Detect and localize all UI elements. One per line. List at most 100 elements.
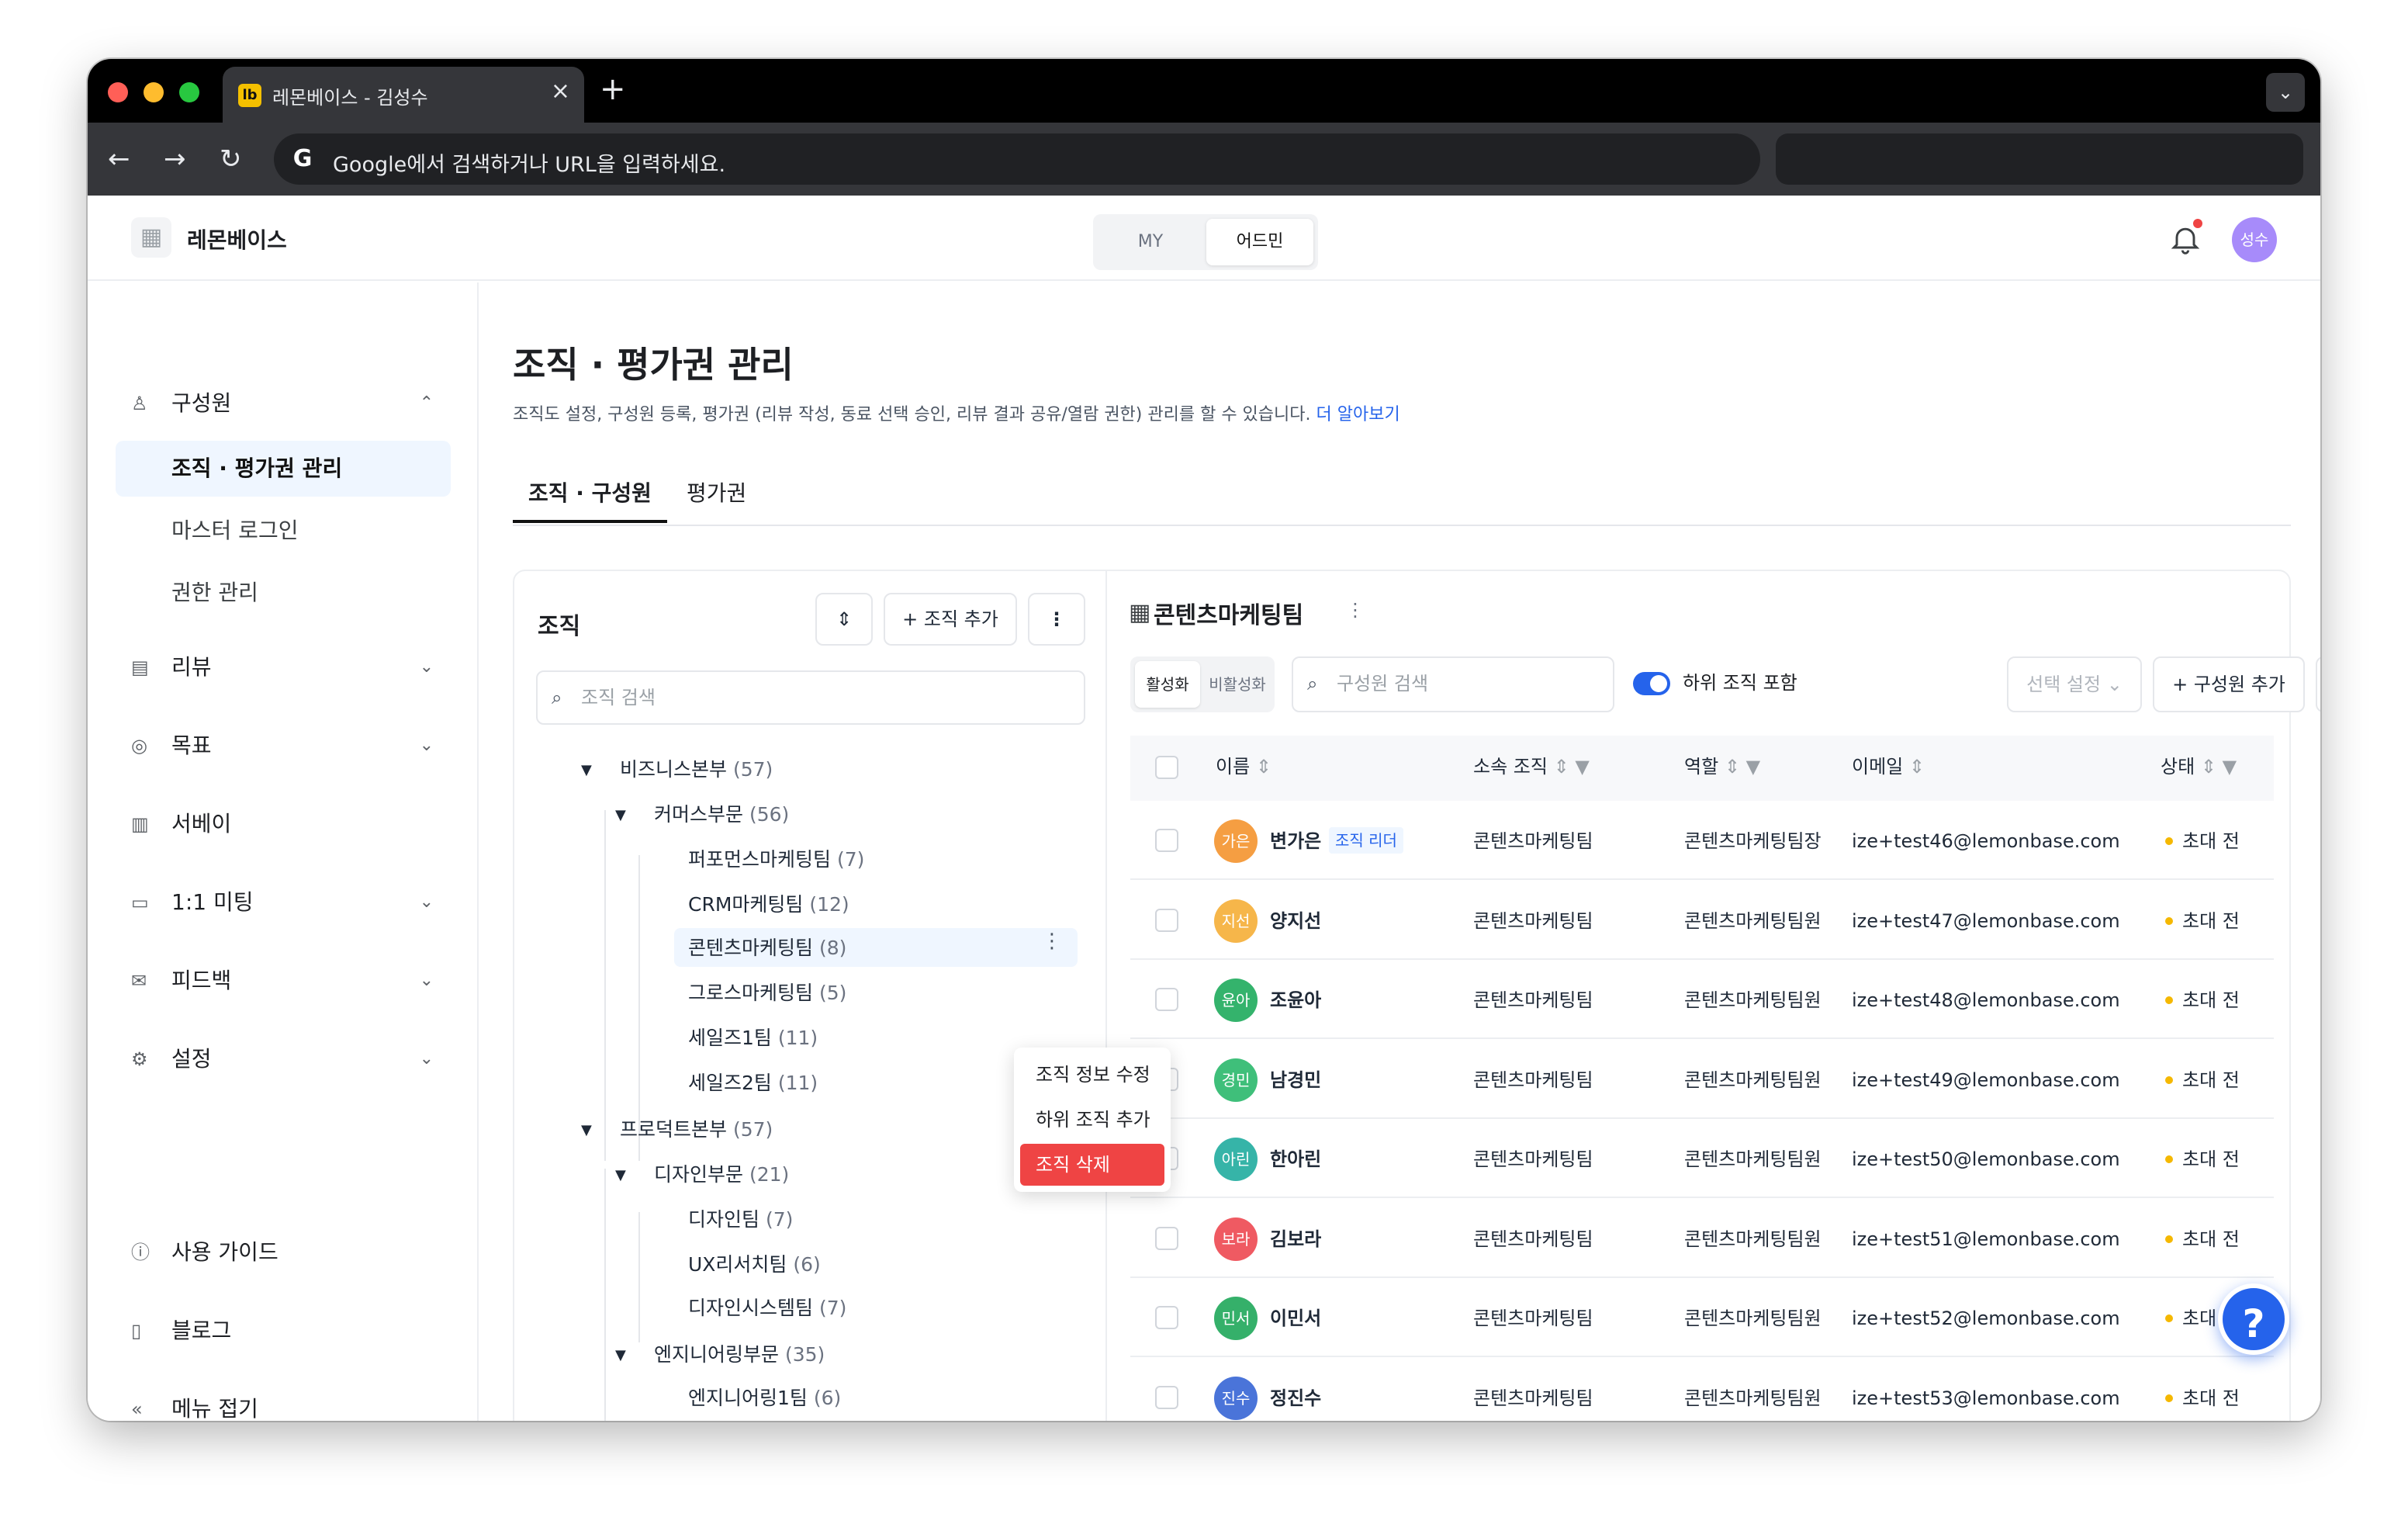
back-icon[interactable]: ← — [108, 140, 130, 178]
org-search-input[interactable]: ⌕ 조직 검색 — [536, 670, 1085, 725]
table-row[interactable]: 윤아 조윤아 콘텐츠마케팅팀 콘텐츠마케팅팀원 ize+test48@lemonbase… — [1130, 960, 2274, 1039]
row-checkbox[interactable] — [1155, 1226, 1178, 1250]
tab-search-icon[interactable]: ⌄ — [2266, 73, 2305, 112]
tree-node[interactable]: 커머스부문 (56) — [654, 799, 789, 830]
sidebar-item-goals[interactable]: ◎ 목표 ⌄ — [116, 722, 451, 769]
address-bar[interactable]: G Google에서 검색하거나 URL을 입력하세요. — [274, 133, 1760, 185]
collapse-all-button[interactable]: ⇕ — [815, 593, 873, 646]
member-name[interactable]: 양지선 — [1270, 906, 1321, 937]
forward-icon[interactable]: → — [164, 140, 186, 178]
member-name[interactable]: 이민서 — [1270, 1303, 1321, 1334]
tree-node[interactable]: 디자인부문 (21) — [654, 1159, 789, 1190]
caret-down-icon[interactable]: ▼ — [581, 1122, 592, 1138]
sort-icon[interactable]: ⇕ — [1909, 756, 1925, 778]
mode-my-button[interactable]: MY — [1098, 219, 1203, 265]
sidebar-item-meeting[interactable]: ▭ 1:1 미팅 ⌄ — [116, 879, 451, 926]
tree-node[interactable]: 세일즈1팀 (11) — [688, 1023, 818, 1054]
menu-item-edit-org[interactable]: 조직 정보 수정 — [1020, 1054, 1164, 1096]
sidebar-subitem-org-management[interactable]: 조직 · 평가권 관리 — [116, 441, 451, 497]
tree-node[interactable]: 비즈니스본부 (57) — [620, 754, 773, 785]
avatar[interactable]: 성수 — [2232, 217, 2277, 262]
column-header-org[interactable]: 소속 조직 ⇕ ▼ — [1473, 736, 1590, 798]
new-tab-icon[interactable]: + — [600, 71, 626, 107]
tree-node[interactable]: 프로덕트본부 (57) — [620, 1114, 773, 1145]
table-row[interactable]: 진수 정진수 콘텐츠마케팅팀 콘텐츠마케팅팀원 ize+test53@lemonbase… — [1130, 1358, 2274, 1422]
tree-node[interactable]: 퍼포먼스마케팅팀 (7) — [688, 844, 864, 875]
tree-node[interactable]: CRM마케팅팀 (12) — [688, 889, 849, 920]
sidebar-item-settings[interactable]: ⚙ 설정 ⌄ — [116, 1036, 451, 1082]
org-more-button[interactable]: ⋮ — [1028, 593, 1085, 646]
help-button[interactable]: ? — [2218, 1283, 2289, 1355]
sidebar-item-members[interactable]: ♙ 구성원 ⌃ — [116, 380, 451, 427]
sidebar-item-blog[interactable]: ▯ 블로그 — [116, 1308, 451, 1354]
tree-node[interactable]: 엔지니어링부문 (35) — [654, 1339, 825, 1370]
tree-node[interactable]: UX리서치팀 (6) — [688, 1249, 821, 1280]
tree-node[interactable]: 디자인시스템팀 (7) — [688, 1293, 846, 1324]
sort-icon[interactable]: ⇕ — [1554, 756, 1569, 778]
add-member-button[interactable]: + 구성원 추가 — [2153, 656, 2305, 712]
menu-item-delete-org[interactable]: 조직 삭제 — [1020, 1144, 1164, 1186]
maximize-window-icon[interactable] — [179, 82, 199, 102]
sidebar-item-guide[interactable]: ⓘ 사용 가이드 — [116, 1229, 451, 1276]
member-name[interactable]: 조윤아 — [1270, 985, 1321, 1016]
member-name[interactable]: 정진수 — [1270, 1383, 1321, 1414]
filter-icon[interactable]: ▼ — [2223, 756, 2237, 778]
sidebar-item-feedback[interactable]: ✉ 피드백 ⌄ — [116, 958, 451, 1004]
include-sub-toggle[interactable] — [1633, 672, 1670, 695]
tree-node[interactable]: 그로스마케팅팀 (5) — [688, 978, 846, 1009]
column-header-name[interactable]: 이름 ⇕ — [1216, 736, 1271, 798]
row-checkbox[interactable] — [1155, 988, 1178, 1011]
row-checkbox[interactable] — [1155, 829, 1178, 852]
column-header-role[interactable]: 역할 ⇕ ▼ — [1684, 736, 1760, 798]
filter-icon[interactable]: ▼ — [1575, 756, 1589, 778]
tab-org-members[interactable]: 조직 · 구성원 — [513, 476, 667, 523]
caret-down-icon[interactable]: ▼ — [615, 807, 626, 823]
row-checkbox[interactable] — [1155, 908, 1178, 932]
member-name[interactable]: 한아린 — [1270, 1144, 1321, 1175]
sidebar-subitem-master-login[interactable]: 마스터 로그인 — [116, 503, 451, 559]
caret-down-icon[interactable]: ▼ — [581, 762, 592, 778]
table-row[interactable]: 가은 변가은 조직 리더 콘텐츠마케팅팀 콘텐츠마케팅팀장 ize+test46@lemo… — [1130, 801, 2274, 880]
member-name[interactable]: 김보라 — [1270, 1224, 1321, 1255]
sort-icon[interactable]: ⇕ — [2201, 756, 2216, 778]
select-all-checkbox[interactable] — [1155, 756, 1178, 779]
filter-inactive-button[interactable]: 비활성화 — [1205, 661, 1270, 708]
sort-icon[interactable]: ⇕ — [1725, 756, 1740, 778]
tab-close-icon[interactable]: × — [551, 78, 570, 105]
team-more-icon[interactable]: ⋮ — [1346, 599, 1365, 621]
mode-admin-button[interactable]: 어드민 — [1206, 219, 1313, 265]
filter-icon[interactable]: ▼ — [1746, 756, 1760, 778]
member-name[interactable]: 변가은 — [1270, 826, 1321, 857]
table-row[interactable]: 보라 김보라 콘텐츠마케팅팀 콘텐츠마케팅팀원 ize+test51@lemonbase… — [1130, 1199, 2274, 1278]
table-row[interactable]: 지선 양지선 콘텐츠마케팅팀 콘텐츠마케팅팀원 ize+test47@lemonbase… — [1130, 881, 2274, 960]
member-search-input[interactable]: ⌕ 구성원 검색 — [1292, 656, 1614, 712]
brand-name[interactable]: 레몬베이스 — [187, 223, 287, 255]
column-header-status[interactable]: 상태 ⇕ ▼ — [2161, 736, 2237, 798]
member-name[interactable]: 남경민 — [1270, 1065, 1321, 1096]
sort-icon[interactable]: ⇕ — [1256, 756, 1271, 778]
sidebar-item-review[interactable]: ▤ 리뷰 ⌄ — [116, 644, 451, 691]
table-row[interactable]: 경민 남경민 콘텐츠마케팅팀 콘텐츠마케팅팀원 ize+test49@lemonbase… — [1130, 1040, 2274, 1119]
filter-active-button[interactable]: 활성화 — [1135, 661, 1200, 708]
table-row[interactable]: 민서 이민서 콘텐츠마케팅팀 콘텐츠마케팅팀원 ize+test52@lemonbase… — [1130, 1278, 2274, 1357]
table-row[interactable]: 아린 한아린 콘텐츠마케팅팀 콘텐츠마케팅팀원 ize+test50@lemonbase… — [1130, 1119, 2274, 1198]
tree-node[interactable]: 엔지니어링1팀 (6) — [688, 1383, 841, 1414]
tree-node[interactable]: 디자인팀 (7) — [688, 1204, 793, 1235]
select-setting-dropdown[interactable]: 선택 설정 ⌄ — [2007, 656, 2142, 712]
sidebar-collapse[interactable]: « 메뉴 접기 — [116, 1386, 451, 1421]
row-checkbox[interactable] — [1155, 1306, 1178, 1329]
minimize-window-icon[interactable] — [144, 82, 164, 102]
learn-more-link[interactable]: 더 알아보기 — [1316, 405, 1400, 424]
member-more-button[interactable]: ⋮ — [2316, 656, 2320, 712]
add-org-button[interactable]: + 조직 추가 — [884, 593, 1017, 646]
sidebar-subitem-permissions[interactable]: 권한 관리 — [116, 565, 451, 621]
column-header-email[interactable]: 이메일 ⇕ — [1852, 736, 1925, 798]
tab-evaluation[interactable]: 평가권 — [687, 476, 746, 523]
tree-node-selected[interactable]: 콘텐츠마케팅팀 (8) — [688, 933, 846, 964]
browser-tab[interactable]: lb 레몬베이스 - 김성수 × — [223, 67, 584, 123]
tree-row-more-icon[interactable]: ⋮ — [1042, 930, 1062, 953]
caret-down-icon[interactable]: ▼ — [615, 1347, 626, 1363]
caret-down-icon[interactable]: ▼ — [615, 1167, 626, 1183]
tree-node[interactable]: 세일즈2팀 (11) — [688, 1068, 818, 1099]
close-window-icon[interactable] — [108, 82, 128, 102]
